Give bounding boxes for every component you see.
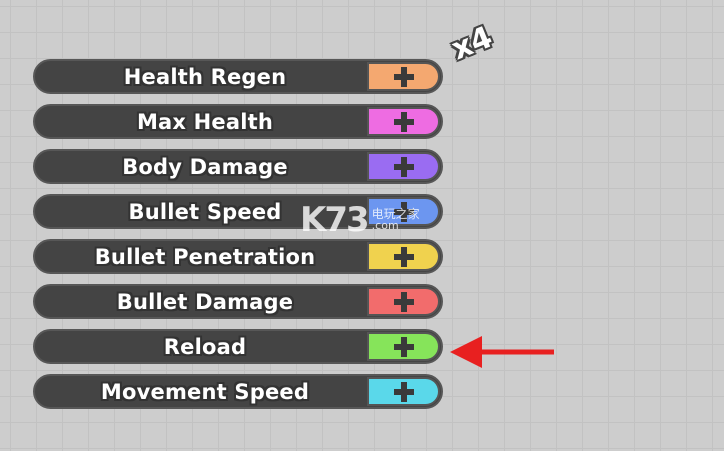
plus-icon [393, 246, 414, 267]
stat-label: Reload [163, 334, 247, 359]
stat-row-bullet-speed: Bullet Speed [33, 194, 443, 229]
upgrade-button-reload[interactable] [367, 332, 440, 361]
stat-label: Body Damage [122, 154, 288, 179]
plus-icon [393, 66, 414, 87]
stat-label: Health Regen [123, 64, 287, 89]
stat-row-max-health: Max Health [33, 104, 443, 139]
stat-row-reload: Reload [33, 329, 443, 364]
plus-icon [393, 336, 414, 357]
red-arrow-icon [450, 336, 554, 368]
stat-upgrade-list: Health Regen Max Health Body Damage Bull… [33, 59, 445, 419]
plus-icon [393, 381, 414, 402]
plus-icon [393, 291, 414, 312]
stat-label: Bullet Damage [116, 289, 294, 314]
upgrade-button-bullet-penetration[interactable] [367, 242, 440, 271]
upgrade-button-body-damage[interactable] [367, 152, 440, 181]
upgrade-button-bullet-damage[interactable] [367, 287, 440, 316]
upgrade-button-bullet-speed[interactable] [367, 197, 440, 226]
upgrade-button-health-regen[interactable] [367, 62, 440, 91]
stat-row-bullet-damage: Bullet Damage [33, 284, 443, 319]
upgrade-button-max-health[interactable] [367, 107, 440, 136]
plus-icon [393, 111, 414, 132]
stat-label: Max Health [136, 109, 274, 134]
upgrade-multiplier: x4 [446, 19, 498, 68]
stat-label: Bullet Penetration [94, 244, 316, 269]
stat-row-bullet-penetration: Bullet Penetration [33, 239, 443, 274]
stat-row-body-damage: Body Damage [33, 149, 443, 184]
stat-row-health-regen: Health Regen [33, 59, 443, 94]
stat-label: Movement Speed [100, 379, 310, 404]
stat-label: Bullet Speed [128, 199, 282, 224]
stat-row-movement-speed: Movement Speed [33, 374, 443, 409]
upgrade-button-movement-speed[interactable] [367, 377, 440, 406]
plus-icon [393, 201, 414, 222]
plus-icon [393, 156, 414, 177]
